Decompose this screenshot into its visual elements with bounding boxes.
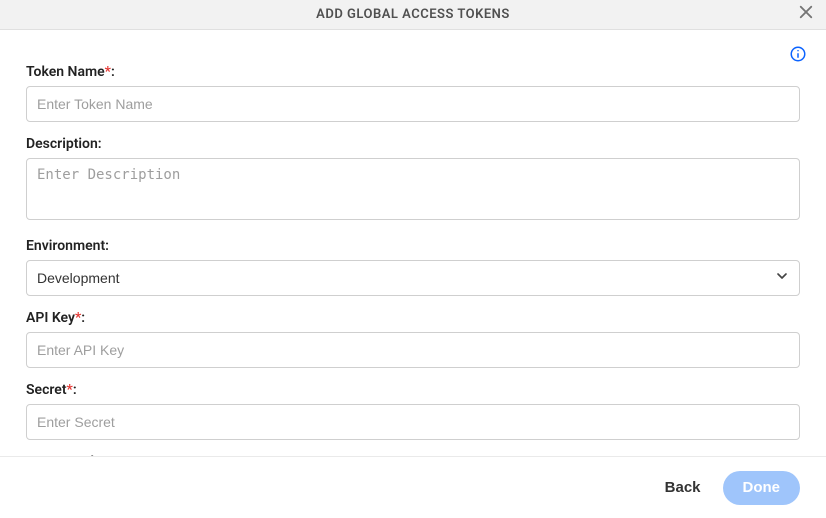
secret-input[interactable] [26, 404, 800, 440]
field-token-name: Token Name*: [26, 64, 800, 122]
close-icon [797, 3, 815, 25]
close-button[interactable] [794, 2, 818, 26]
token-name-input[interactable] [26, 86, 800, 122]
required-asterisk: * [75, 310, 81, 326]
environment-select[interactable]: Development [26, 260, 800, 296]
secret-label: Secret*: [26, 382, 800, 398]
field-environment: Environment: Development [26, 238, 800, 296]
api-key-label: API Key*: [26, 310, 800, 326]
back-button[interactable]: Back [661, 473, 705, 502]
environment-label: Environment: [26, 238, 800, 254]
field-api-key: API Key*: [26, 310, 800, 368]
dialog-header: ADD GLOBAL ACCESS TOKENS [0, 0, 826, 30]
required-asterisk: * [67, 382, 73, 398]
token-name-label: Token Name*: [26, 64, 800, 80]
done-button[interactable]: Done [723, 471, 801, 505]
field-description: Description: [26, 136, 800, 224]
api-key-input[interactable] [26, 332, 800, 368]
description-label: Description: [26, 136, 800, 152]
field-secret: Secret*: [26, 382, 800, 440]
required-asterisk: * [105, 64, 111, 80]
description-input[interactable] [26, 158, 800, 220]
dialog-title: ADD GLOBAL ACCESS TOKENS [316, 7, 510, 22]
dialog-body: Token Name*: Description: Environment: D… [0, 30, 826, 456]
dialog-footer: Back Done [0, 456, 826, 518]
